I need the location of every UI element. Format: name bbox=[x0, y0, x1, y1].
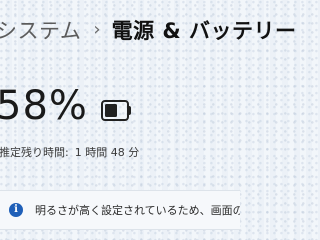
battery-body bbox=[101, 100, 129, 121]
battery-level-fill bbox=[105, 104, 117, 117]
battery-percentage: 58% bbox=[0, 83, 88, 129]
notice-text: 明るさが高く設定されているため、画面のバッテリー bbox=[35, 204, 240, 217]
brightness-notice-banner[interactable]: i 明るさが高く設定されているため、画面のバッテリー bbox=[0, 190, 240, 230]
info-icon: i bbox=[9, 203, 23, 217]
remaining-value: 1 時間 48 分 bbox=[74, 146, 140, 159]
estimated-time-remaining: 推定残り時間: 1 時間 48 分 bbox=[0, 144, 139, 160]
breadcrumb-system-link[interactable]: システム bbox=[0, 15, 81, 45]
remaining-label: 推定残り時間: bbox=[0, 146, 69, 159]
page-title: 電源 & バッテリー bbox=[111, 19, 297, 43]
battery-icon bbox=[101, 100, 131, 121]
battery-cap bbox=[129, 106, 131, 115]
chevron-right-icon: › bbox=[93, 18, 101, 40]
breadcrumb: システム › 電源 & バッテリー bbox=[0, 15, 297, 45]
